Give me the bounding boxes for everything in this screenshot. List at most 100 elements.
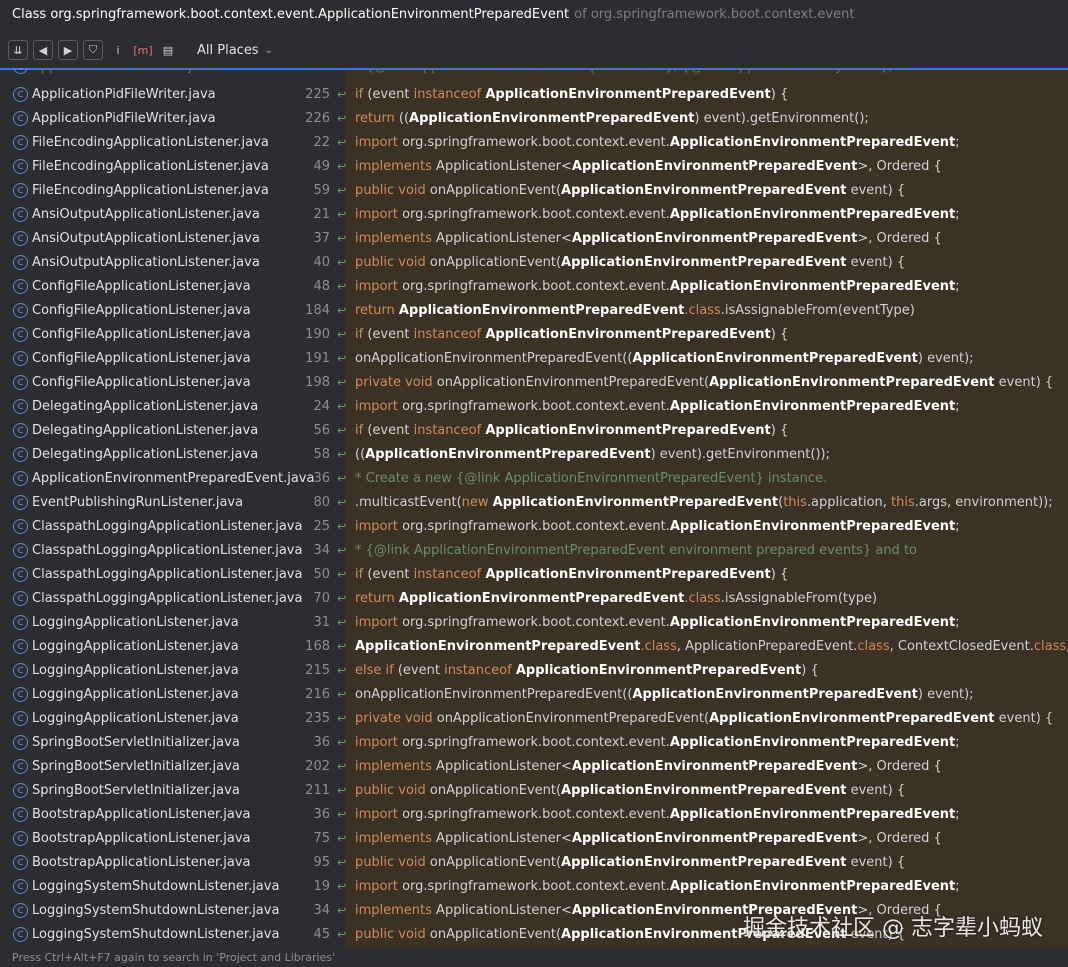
code-token: (event: [363, 566, 414, 582]
line-number: 168: [305, 638, 330, 654]
keyword-token: .class: [684, 590, 721, 606]
usage-row[interactable]: C ClasspathLoggingApplicationListener.jav…: [0, 514, 1068, 538]
usage-row[interactable]: C LoggingApplicationListener.java 235 ↩ priv…: [0, 706, 1068, 730]
usage-row[interactable]: C FileEncodingApplicationListener.java 49 ↩…: [0, 154, 1068, 178]
code-token: (event: [363, 422, 414, 438]
line-number: 235: [305, 710, 330, 726]
usage-arrow-icon: ↩: [337, 567, 347, 581]
usage-row[interactable]: C LoggingApplicationListener.java 168 ↩ Appl…: [0, 634, 1068, 658]
code-snippet: implements ApplicationListener<Applicati…: [355, 831, 942, 846]
usage-row[interactable]: C ConfigFileApplicationListener.java 48 ↩ im…: [0, 274, 1068, 298]
usage-row[interactable]: C LoggingApplicationListener.java 31 ↩ impor…: [0, 610, 1068, 634]
expand-icon[interactable]: ⇊: [8, 40, 28, 60]
usage-row[interactable]: C ClasspathLoggingApplicationListener.jav…: [0, 538, 1068, 562]
keyword-token: import: [355, 734, 398, 750]
usage-row[interactable]: C LoggingApplicationListener.java 216 ↩ onAp…: [0, 682, 1068, 706]
line-number: 59: [313, 182, 330, 198]
match-highlight: ApplicationEnvironmentPreparedEvent: [709, 374, 995, 390]
line-number: 64: [280, 68, 330, 74]
scope-dropdown[interactable]: All Places ⌄: [197, 43, 273, 58]
code-snippet: * {@link ApplicationEnvironmentPreparedE…: [355, 543, 917, 558]
code-snippet: implements ApplicationListener<Applicati…: [355, 759, 942, 774]
usage-arrow-icon: ↩: [337, 327, 347, 341]
code-snippet: import org.springframework.boot.context.…: [355, 519, 960, 534]
usage-row[interactable]: C AnsiOutputApplicationListener.java 40 ↩ pu…: [0, 250, 1068, 274]
usage-row[interactable]: C FileEncodingApplicationListener.java 22 ↩…: [0, 130, 1068, 154]
preview-icon[interactable]: ▤: [158, 40, 178, 60]
code-token: event) {: [994, 710, 1054, 726]
usage-row[interactable]: C ApplicationPidFileWriter.java 226 ↩ return…: [0, 106, 1068, 130]
usage-row[interactable]: C ClasspathLoggingApplicationListener.jav…: [0, 562, 1068, 586]
usage-row[interactable]: C SpringBootServletInitializer.java 36 ↩ imp…: [0, 730, 1068, 754]
file-name: ConfigFileApplicationListener.java: [32, 326, 251, 342]
match-highlight: ApplicationEnvironmentPreparedEvent: [669, 878, 956, 894]
code-token: ) {: [770, 422, 789, 438]
usage-row[interactable]: C LoggingSystemShutdownListener.java 19 ↩ im…: [0, 874, 1068, 898]
chevron-down-icon: ⌄: [264, 44, 273, 56]
code-token: org.springframework.boot.context.event.: [397, 278, 670, 294]
title-bar: Class org.springframework.boot.context.e…: [0, 0, 1068, 28]
usage-row[interactable]: C ApplicationPidFileWriter.java 225 ↩ if (ev…: [0, 82, 1068, 106]
usage-row[interactable]: C DelegatingApplicationListener.java 58 ↩ ((…: [0, 442, 1068, 466]
class-icon: C: [13, 710, 28, 726]
class-icon: C: [13, 374, 28, 390]
code-snippet: if (event instanceof ApplicationEnvironm…: [355, 87, 788, 102]
usage-row[interactable]: C DelegatingApplicationListener.java 24 ↩ im…: [0, 394, 1068, 418]
usage-row[interactable]: C ConfigFileApplicationListener.java 184 ↩ r…: [0, 298, 1068, 322]
usage-row[interactable]: C BootstrapApplicationListener.java 36 ↩ imp…: [0, 802, 1068, 826]
usage-row[interactable]: C ConfigFileApplicationListener.java 198 ↩ p…: [0, 370, 1068, 394]
usage-arrow-icon: ↩: [337, 111, 347, 125]
code-token: onApplicationEvent(: [425, 782, 562, 798]
previous-occurrence-icon[interactable]: ◀: [33, 40, 53, 60]
usage-row[interactable]: C BootstrapApplicationListener.java 75 ↩ imp…: [0, 826, 1068, 850]
class-icon: C: [13, 542, 28, 558]
usage-row[interactable]: C BootstrapApplicationListener.java 95 ↩ pub…: [0, 850, 1068, 874]
usage-arrow-icon: ↩: [337, 447, 347, 461]
usage-arrow-icon: ↩: [337, 783, 347, 797]
usage-row[interactable]: C ClasspathLoggingApplicationListener.jav…: [0, 586, 1068, 610]
class-icon: C: [13, 134, 28, 150]
info-icon[interactable]: i: [108, 40, 128, 60]
method-icon[interactable]: [m]: [133, 40, 153, 60]
line-number: 45: [313, 926, 330, 942]
line-number: 34: [313, 542, 330, 558]
line-number: 95: [313, 854, 330, 870]
line-number: 21: [313, 206, 330, 222]
line-number: 216: [305, 686, 330, 702]
usage-row[interactable]: C SpringBootServletInitializer.java 211 ↩ pu…: [0, 778, 1068, 802]
class-icon: C: [13, 446, 28, 462]
match-highlight: ApplicationEnvironmentPreparedEvent: [669, 518, 956, 534]
usage-row[interactable]: C LoggingApplicationListener.java 215 ↩ else…: [0, 658, 1068, 682]
code-token: ) event);: [917, 686, 974, 702]
status-bar: Press Ctrl+Alt+F7 again to search in 'Pr…: [0, 948, 1068, 967]
file-name: FileEncodingApplicationListener.java: [32, 182, 269, 198]
usage-row[interactable]: C FileEncodingApplicationListener.java 59 ↩…: [0, 178, 1068, 202]
class-icon: C: [13, 350, 28, 366]
file-name: EventPublishingRunListener.java: [32, 494, 244, 510]
line-number: 22: [313, 134, 330, 150]
code-token: onApplicationEvent(: [425, 926, 562, 942]
file-name: ConfigFileApplicationListener.java: [32, 278, 251, 294]
code-token: onApplicationEnvironmentPreparedEvent(: [432, 710, 710, 726]
usage-row[interactable]: C AnsiOutputApplicationListener.java 21 ↩ im…: [0, 202, 1068, 226]
filter-icon[interactable]: ⛉: [83, 40, 103, 60]
keyword-token: public void: [355, 782, 426, 798]
usage-row[interactable]: C ApplicationEnvironmentPreparedEvent.jav…: [0, 466, 1068, 490]
usages-list[interactable]: CApplicationPidFileWriter.java64↩* {@lin…: [0, 68, 1068, 948]
class-icon: C: [13, 854, 28, 870]
usage-row[interactable]: C ConfigFileApplicationListener.java 191 ↩ o…: [0, 346, 1068, 370]
usage-row[interactable]: C SpringBootServletInitializer.java 202 ↩ im…: [0, 754, 1068, 778]
usage-row[interactable]: C DelegatingApplicationListener.java 56 ↩ if…: [0, 418, 1068, 442]
code-token: (event: [393, 662, 445, 678]
usage-row[interactable]: C EventPublishingRunListener.java 80 ↩ .mult…: [0, 490, 1068, 514]
usage-row[interactable]: C ConfigFileApplicationListener.java 190 ↩ i…: [0, 322, 1068, 346]
code-token: ) {: [801, 662, 819, 678]
keyword-token: implements: [355, 830, 432, 846]
keyword-token: instanceof: [444, 662, 512, 678]
next-occurrence-icon[interactable]: ▶: [58, 40, 78, 60]
match-highlight: ApplicationEnvironmentPreparedEvent: [571, 758, 858, 774]
class-icon: C: [13, 182, 28, 198]
usage-row-partial[interactable]: C ApplicationPidFileWriter.java 64 ↩ * {@lin…: [0, 68, 1068, 78]
keyword-token: import: [355, 206, 398, 222]
usage-row[interactable]: C AnsiOutputApplicationListener.java 37 ↩ im…: [0, 226, 1068, 250]
